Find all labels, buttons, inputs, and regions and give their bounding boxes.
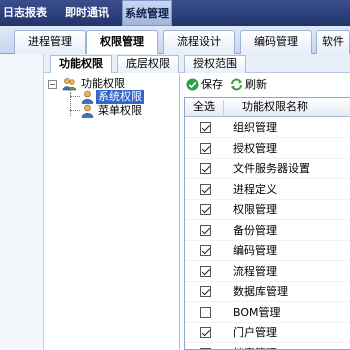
table-row[interactable]: 文件服务器设置 <box>185 159 350 179</box>
tab-code-management[interactable]: 编码管理 <box>240 30 312 54</box>
permission-grid: 全选 功能权限名称 组织管理授权管理文件服务器设置 进程定义权限管理备份管理编码管… <box>184 97 350 350</box>
permission-name: 授权管理 <box>233 141 277 155</box>
tab-process-management[interactable]: 进程管理 <box>14 30 86 54</box>
permission-name-header: 功能权限名称 <box>242 100 308 113</box>
permission-name: 组织管理 <box>233 121 277 134</box>
table-row[interactable]: 权限管理 <box>185 200 350 220</box>
permission-name: 流程管理 <box>233 264 277 278</box>
subtab-base-permission[interactable]: 底层权限 <box>117 55 179 73</box>
top-nav-item-system[interactable]: 系统管理 <box>122 0 172 26</box>
sub-tab-bar: 功能权限 底层权限 授权范围 <box>44 54 350 73</box>
row-checkbox[interactable] <box>200 327 211 338</box>
table-row[interactable]: 流程管理 <box>185 262 350 282</box>
tab-permission-management[interactable]: 权限管理 <box>86 30 158 54</box>
content-area: 功能权限 底层权限 授权范围 − 功能权限 系统权限 菜单权限 保存 刷新 全选… <box>0 54 350 350</box>
user-icon <box>81 104 94 118</box>
permission-name: 档案管理 <box>233 344 277 350</box>
user-icon <box>81 90 94 104</box>
permission-name: 备份管理 <box>233 223 277 237</box>
row-checkbox[interactable] <box>200 204 211 215</box>
top-nav: 日志报表 即时通讯 系统管理 <box>0 0 350 26</box>
permission-panel: 保存 刷新 全选 功能权限名称 组织管理授权管理文件服务器设置 进程定义权限管理备… <box>180 74 350 350</box>
table-row[interactable]: 数据库管理 <box>185 282 350 302</box>
refresh-label: 刷新 <box>245 78 267 91</box>
tree-label-system-permission: 系统权限 <box>96 90 144 104</box>
permission-name: 数据库管理 <box>233 285 288 298</box>
row-checkbox[interactable] <box>200 265 211 277</box>
permission-tree: − 功能权限 系统权限 菜单权限 <box>44 74 180 350</box>
row-checkbox[interactable] <box>200 142 211 154</box>
permission-name: 进程定义 <box>233 182 277 196</box>
table-row[interactable]: 档案管理 <box>185 344 350 350</box>
table-row[interactable]: 组织管理 <box>185 118 350 138</box>
tree-node-system-permission[interactable]: 系统权限 <box>44 90 180 104</box>
subtab-function-permission[interactable]: 功能权限 <box>50 55 112 73</box>
permission-name: 权限管理 <box>233 203 277 216</box>
table-row[interactable]: 备份管理 <box>185 221 350 241</box>
permission-name: 编码管理 <box>233 244 277 257</box>
table-row[interactable]: 进程定义 <box>185 180 350 200</box>
left-panel <box>0 54 44 350</box>
user-group-icon <box>62 78 77 91</box>
tree-label-root: 功能权限 <box>81 77 125 90</box>
save-button[interactable]: 保存 <box>186 78 228 92</box>
refresh-icon <box>231 78 242 91</box>
tree-node-root[interactable]: − 功能权限 <box>44 77 180 91</box>
tree-node-menu-permission[interactable]: 菜单权限 <box>44 104 180 118</box>
save-label: 保存 <box>201 78 223 91</box>
row-checkbox[interactable] <box>200 224 211 236</box>
permission-name: 门户管理 <box>233 326 277 339</box>
tab-workflow-design[interactable]: 流程设计 <box>163 30 235 54</box>
module-tab-bar: 进程管理 权限管理 流程设计 编码管理 软件 <box>0 26 350 54</box>
row-checkbox[interactable] <box>200 122 211 133</box>
permission-name: 文件服务器设置 <box>233 162 310 175</box>
permission-name: BOM管理 <box>233 305 281 319</box>
collapse-toggle-icon[interactable]: − <box>48 80 57 89</box>
grid-header: 全选 功能权限名称 <box>185 98 350 117</box>
table-row[interactable]: 编码管理 <box>185 241 350 261</box>
row-checkbox[interactable] <box>200 183 211 195</box>
subtab-authorization-scope[interactable]: 授权范围 <box>184 55 246 73</box>
save-check-icon <box>186 78 199 91</box>
tree-label-menu-permission: 菜单权限 <box>98 104 142 117</box>
refresh-button[interactable]: 刷新 <box>230 78 276 92</box>
toolbar: 保存 刷新 <box>180 74 350 96</box>
table-row[interactable]: 授权管理 <box>185 139 350 159</box>
row-checkbox[interactable] <box>200 286 211 297</box>
row-checkbox[interactable] <box>200 306 211 318</box>
header-separator <box>223 100 224 115</box>
table-row[interactable]: 门户管理 <box>185 323 350 343</box>
row-checkbox[interactable] <box>200 245 211 256</box>
select-all-header[interactable]: 全选 <box>185 98 223 117</box>
tab-software[interactable]: 软件 <box>316 30 350 54</box>
row-checkbox[interactable] <box>200 163 211 174</box>
top-nav-item-reports[interactable]: 日志报表 <box>0 0 50 26</box>
table-row[interactable]: BOM管理 <box>185 303 350 323</box>
top-nav-item-im[interactable]: 即时通讯 <box>58 0 116 26</box>
